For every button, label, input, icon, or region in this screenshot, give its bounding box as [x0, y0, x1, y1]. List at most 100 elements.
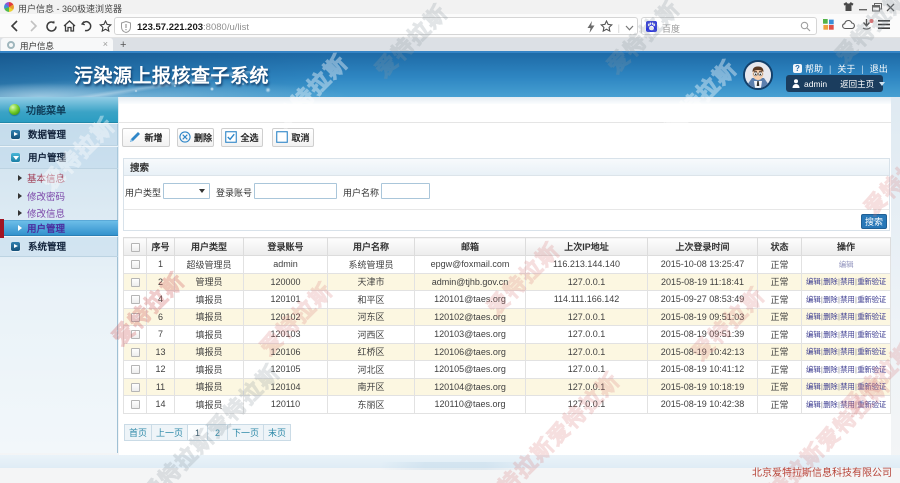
op-link-删除[interactable]: 删除 [823, 347, 837, 356]
operations-cell: 编辑|删除|禁用|重新验证 [802, 396, 891, 414]
caret-down-icon[interactable] [879, 82, 885, 86]
url-bar[interactable]: 123.57.221.203:8080/u/list | [114, 17, 638, 35]
row-checkbox[interactable] [131, 348, 140, 357]
search-icon[interactable] [800, 21, 811, 34]
op-link-重新验证[interactable]: 重新验证 [857, 347, 886, 356]
shield-icon[interactable] [121, 21, 131, 35]
logout-link[interactable]: 退出 [870, 62, 888, 75]
url-text[interactable]: 123.57.221.203:8080/u/list [137, 22, 249, 33]
row-checkbox[interactable] [131, 400, 140, 409]
operations-cell: 编辑|删除|禁用|重新验证 [802, 308, 891, 326]
home-link[interactable]: 返回主页 [840, 78, 874, 90]
op-link-重新验证[interactable]: 重新验证 [857, 330, 886, 339]
row-checkbox[interactable] [131, 365, 140, 374]
op-link-删除[interactable]: 删除 [823, 330, 837, 339]
row-checkbox[interactable] [131, 330, 140, 339]
op-link-禁用[interactable]: 禁用 [840, 295, 854, 304]
menu-hamburger-icon[interactable] [878, 19, 890, 32]
minimize-button[interactable] [859, 0, 868, 14]
browser-tab[interactable]: 用户信息 × [1, 38, 113, 51]
toolbar-button-取消[interactable]: 取消 [272, 128, 314, 147]
toolbar-button-全选[interactable]: 全选 [221, 128, 263, 147]
close-window-button[interactable] [886, 0, 895, 14]
thunder-icon[interactable] [587, 21, 595, 35]
op-link-禁用[interactable]: 禁用 [840, 330, 854, 339]
user-name-input[interactable] [381, 183, 430, 199]
header-checkbox[interactable] [131, 243, 140, 252]
op-link-删除[interactable]: 删除 [823, 365, 837, 374]
op-link-重新验证[interactable]: 重新验证 [857, 400, 886, 409]
apps-grid-icon[interactable] [823, 19, 834, 32]
user-type-select[interactable] [163, 183, 210, 199]
op-link-禁用[interactable]: 禁用 [840, 400, 854, 409]
favorite-star-icon[interactable] [95, 16, 115, 36]
page-button-2[interactable]: 2 [208, 424, 228, 441]
sidebar-group-数据管理[interactable]: 数据管理 [0, 123, 118, 146]
refresh-icon[interactable] [41, 16, 61, 36]
new-tab-button[interactable]: + [120, 40, 126, 50]
op-link-编辑[interactable]: 编辑 [839, 260, 853, 269]
cloud-icon[interactable] [842, 19, 855, 32]
search-submit-button[interactable]: 搜索 [861, 214, 887, 229]
op-link-重新验证[interactable]: 重新验证 [857, 312, 886, 321]
sidebar-group-用户管理[interactable]: 用户管理 [0, 146, 118, 169]
op-link-重新验证[interactable]: 重新验证 [857, 277, 886, 286]
op-link-重新验证[interactable]: 重新验证 [857, 365, 886, 374]
row-checkbox[interactable] [131, 295, 140, 304]
op-link-编辑[interactable]: 编辑 [806, 277, 820, 286]
row-checkbox[interactable] [131, 383, 140, 392]
home-icon[interactable] [59, 16, 79, 36]
sidebar-item-基本信息[interactable]: 基本信息 [0, 169, 118, 187]
op-link-删除[interactable]: 删除 [823, 295, 837, 304]
url-dropdown-icon[interactable] [625, 23, 634, 33]
op-link-禁用[interactable]: 禁用 [840, 365, 854, 374]
page-button-首页[interactable]: 首页 [124, 424, 152, 441]
undo-icon[interactable] [77, 16, 97, 36]
row-checkbox[interactable] [131, 260, 140, 269]
op-link-禁用[interactable]: 禁用 [840, 347, 854, 356]
back-icon[interactable] [5, 16, 25, 36]
browser-search-box[interactable]: 百度 [641, 17, 817, 35]
op-link-删除[interactable]: 删除 [823, 400, 837, 409]
download-icon[interactable] [861, 19, 874, 33]
page-button-末页[interactable]: 末页 [264, 424, 291, 441]
op-link-编辑[interactable]: 编辑 [806, 400, 820, 409]
row-checkbox[interactable] [131, 313, 140, 322]
help-link[interactable]: 帮助 [805, 62, 823, 75]
sidebar-item-修改信息[interactable]: 修改信息 [0, 205, 118, 220]
op-link-删除[interactable]: 删除 [823, 277, 837, 286]
page-button-1[interactable]: 1 [188, 424, 208, 441]
op-link-禁用[interactable]: 禁用 [840, 277, 854, 286]
login-account-input[interactable] [254, 183, 337, 199]
about-link[interactable]: 关于 [837, 62, 855, 75]
forward-icon[interactable] [23, 16, 43, 36]
column-header: 邮箱 [415, 238, 526, 256]
table-header-row: 序号用户类型登录账号用户名称邮箱上次IP地址上次登录时间状态操作 [124, 238, 891, 256]
sidebar-group-系统管理[interactable]: 系统管理 [0, 236, 118, 257]
restore-button[interactable] [872, 0, 882, 14]
tab-close-icon[interactable]: × [103, 40, 108, 49]
op-link-重新验证[interactable]: 重新验证 [857, 382, 886, 391]
sidebar-item-修改密码[interactable]: 修改密码 [0, 187, 118, 205]
op-link-编辑[interactable]: 编辑 [806, 382, 820, 391]
op-link-删除[interactable]: 删除 [823, 382, 837, 391]
op-link-禁用[interactable]: 禁用 [840, 312, 854, 321]
page-button-下一页[interactable]: 下一页 [228, 424, 264, 441]
op-link-编辑[interactable]: 编辑 [806, 347, 820, 356]
op-link-编辑[interactable]: 编辑 [806, 330, 820, 339]
op-link-禁用[interactable]: 禁用 [840, 382, 854, 391]
op-link-编辑[interactable]: 编辑 [806, 365, 820, 374]
toolbar-button-新增[interactable]: 新增 [122, 128, 170, 147]
op-link-删除[interactable]: 删除 [823, 312, 837, 321]
row-checkbox[interactable] [131, 278, 140, 287]
bookmark-star-icon[interactable] [600, 20, 613, 35]
admin-bar[interactable]: admin 返回主页 [786, 75, 883, 92]
op-link-编辑[interactable]: 编辑 [806, 295, 820, 304]
skin-icon[interactable] [843, 0, 854, 14]
search-panel: 搜索 用户类型 登录账号 用户名称 搜索 [123, 158, 890, 231]
page-button-上一页[interactable]: 上一页 [152, 424, 188, 441]
op-link-重新验证[interactable]: 重新验证 [857, 295, 886, 304]
sidebar-item-用户管理[interactable]: 用户管理 [0, 220, 118, 236]
op-link-编辑[interactable]: 编辑 [806, 312, 820, 321]
toolbar-button-删除[interactable]: 删除 [177, 128, 214, 147]
